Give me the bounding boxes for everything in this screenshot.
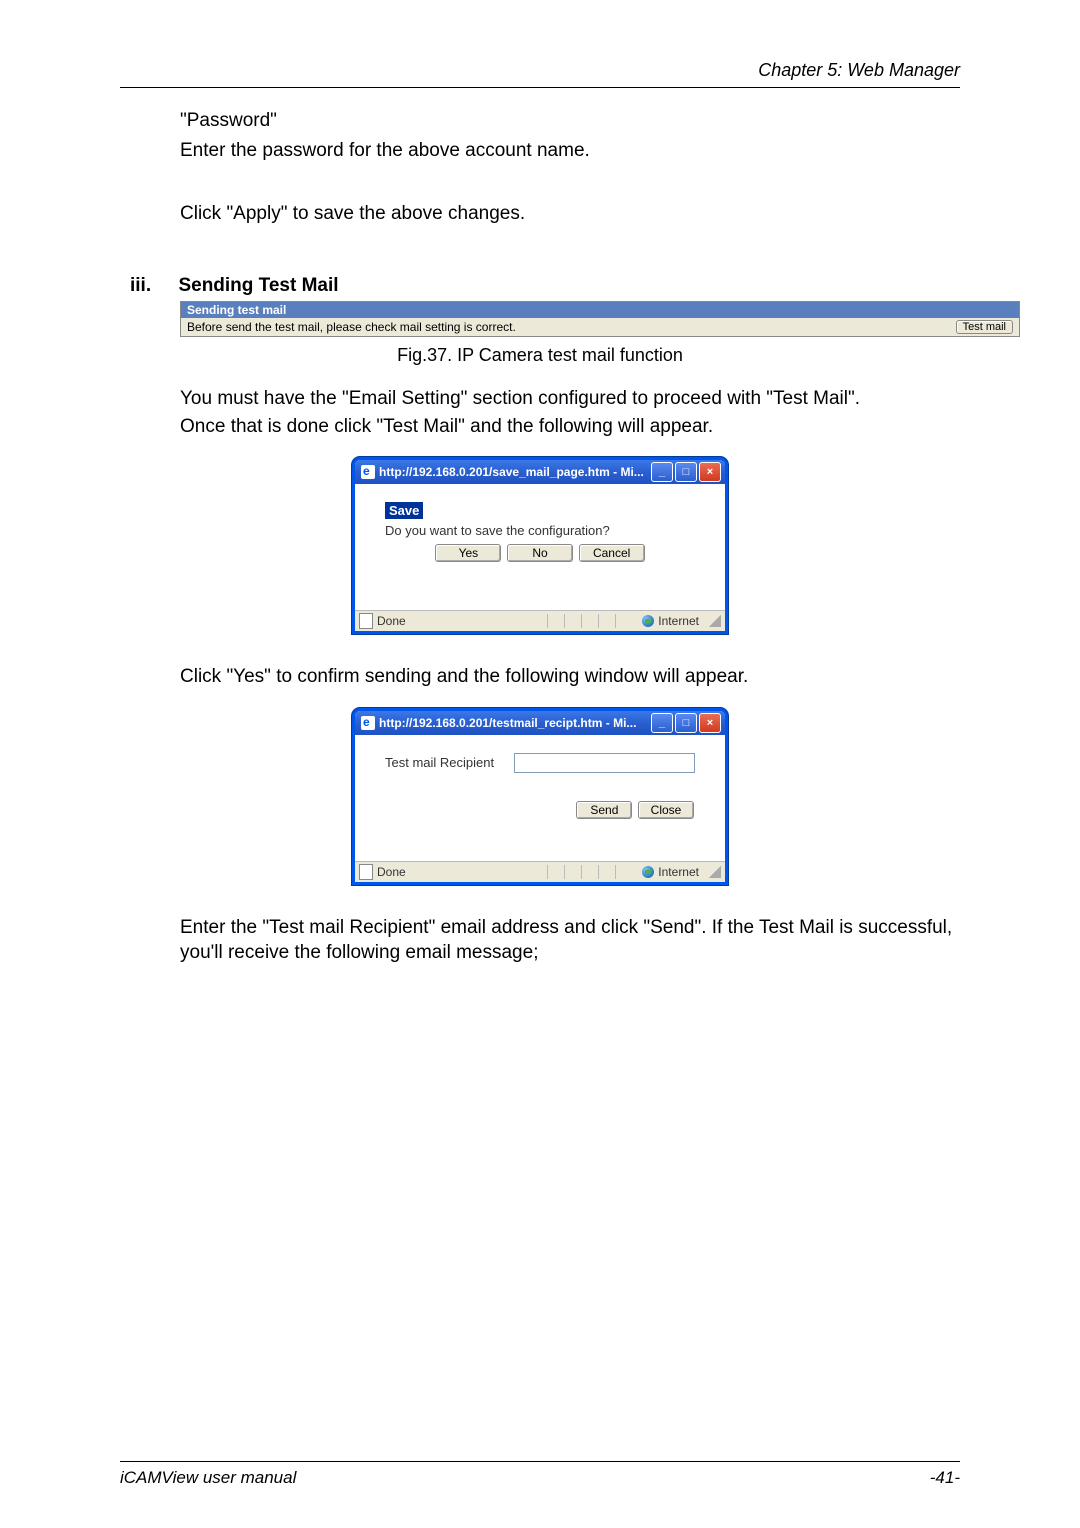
config-paragraph-line1: You must have the "Email Setting" sectio…: [180, 386, 960, 412]
maximize-icon[interactable]: □: [675, 462, 697, 482]
section-heading: iii. Sending Test Mail: [120, 275, 960, 297]
save-prompt: Do you want to save the configuration?: [385, 523, 695, 538]
close-icon[interactable]: ×: [699, 713, 721, 733]
save-dialog-titlebar: http://192.168.0.201/save_mail_page.htm …: [355, 460, 725, 484]
testmail-button[interactable]: Test mail: [956, 320, 1013, 334]
config-paragraph-line2: Once that is done click "Test Mail" and …: [180, 414, 960, 440]
recipient-dialog-title: http://192.168.0.201/testmail_recipt.htm…: [379, 716, 636, 730]
maximize-icon[interactable]: □: [675, 713, 697, 733]
save-dialog-window: http://192.168.0.201/save_mail_page.htm …: [352, 457, 728, 634]
testmail-screenshot-bar: Sending test mail Before send the test m…: [180, 301, 1020, 337]
internet-zone-icon: [642, 866, 654, 878]
yes-button[interactable]: Yes: [435, 544, 501, 562]
testmail-recipient-window: http://192.168.0.201/testmail_recipt.htm…: [352, 708, 728, 885]
minimize-icon[interactable]: _: [651, 462, 673, 482]
recipient-dialog-statusbar: Done Internet: [355, 861, 725, 882]
recipient-dialog-titlebar: http://192.168.0.201/testmail_recipt.htm…: [355, 711, 725, 735]
enter-recipient-paragraph: Enter the "Test mail Recipient" email ad…: [180, 915, 960, 966]
page-footer: iCAMView user manual -41-: [120, 1461, 960, 1488]
save-dialog-content: Save Do you want to save the configurati…: [355, 484, 725, 586]
status-zone: Internet: [658, 614, 699, 628]
status-done: Done: [377, 865, 406, 879]
recipient-dialog-content: Test mail Recipient Send Close: [355, 735, 725, 843]
status-zone: Internet: [658, 865, 699, 879]
send-button[interactable]: Send: [576, 801, 632, 819]
close-button[interactable]: Close: [638, 801, 694, 819]
section-number: iii.: [130, 275, 174, 297]
section-title: Sending Test Mail: [178, 275, 338, 296]
save-dialog-statusbar: Done Internet: [355, 610, 725, 631]
recipient-input[interactable]: [514, 753, 695, 773]
testmail-bar-instruction: Before send the test mail, please check …: [187, 320, 516, 334]
document-icon: [359, 613, 373, 629]
password-paragraph: Enter the password for the above account…: [180, 138, 960, 164]
chapter-header: Chapter 5: Web Manager: [120, 60, 960, 88]
resize-grip-icon: [709, 866, 721, 878]
status-done: Done: [377, 614, 406, 628]
close-icon[interactable]: ×: [699, 462, 721, 482]
cancel-button[interactable]: Cancel: [579, 544, 645, 562]
recipient-label: Test mail Recipient: [385, 755, 494, 770]
resize-grip-icon: [709, 615, 721, 627]
ie-icon: [361, 465, 375, 479]
click-yes-paragraph: Click "Yes" to confirm sending and the f…: [180, 664, 960, 690]
password-heading: "Password": [180, 108, 960, 134]
save-heading: Save: [385, 502, 423, 519]
save-dialog-title: http://192.168.0.201/save_mail_page.htm …: [379, 465, 644, 479]
apply-paragraph: Click "Apply" to save the above changes.: [180, 201, 960, 227]
footer-page-number: -41-: [930, 1468, 960, 1488]
ie-icon: [361, 716, 375, 730]
document-icon: [359, 864, 373, 880]
testmail-bar-title: Sending test mail: [181, 302, 1019, 318]
document-page: Chapter 5: Web Manager "Password" Enter …: [0, 0, 1080, 1528]
footer-manual-title: iCAMView user manual: [120, 1468, 296, 1488]
minimize-icon[interactable]: _: [651, 713, 673, 733]
internet-zone-icon: [642, 615, 654, 627]
no-button[interactable]: No: [507, 544, 573, 562]
figure-caption: Fig.37. IP Camera test mail function: [120, 345, 960, 366]
